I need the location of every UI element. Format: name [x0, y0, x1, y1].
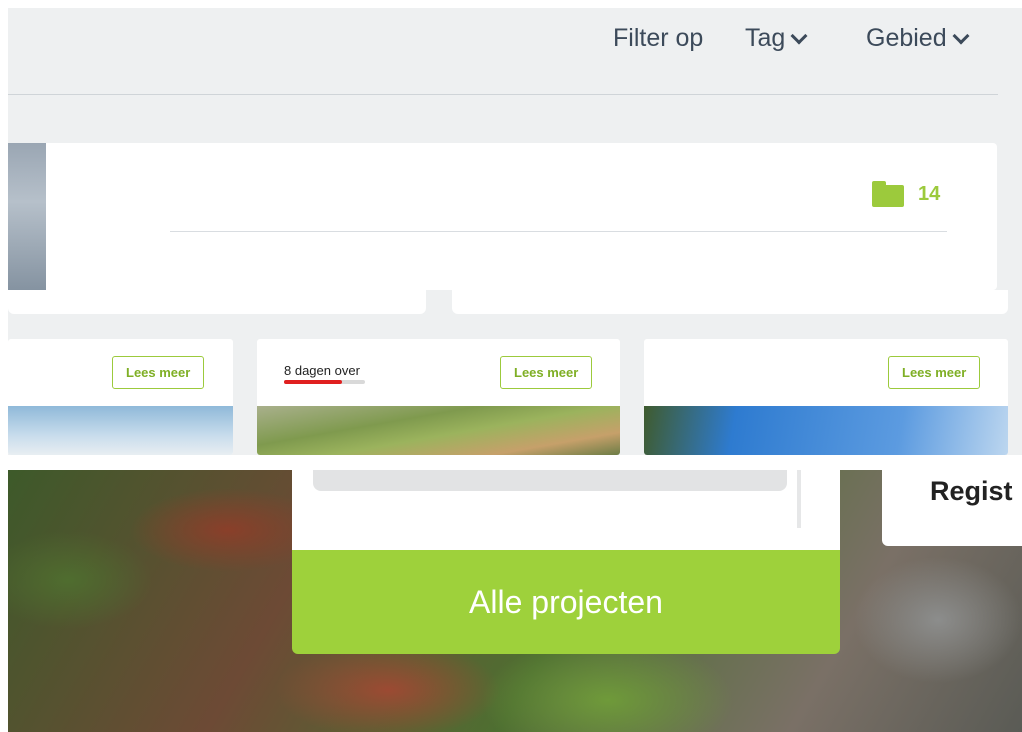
- folder-icon: [872, 181, 904, 207]
- featured-project-card[interactable]: 14: [8, 143, 997, 290]
- chevron-down-icon: [952, 27, 970, 44]
- filter-bar: Filter op Tag Gebied: [8, 8, 998, 95]
- all-projects-button[interactable]: Alle projecten: [292, 550, 840, 654]
- tag-dropdown-label: Tag: [745, 24, 786, 52]
- filter-label: Filter op: [613, 24, 704, 52]
- card-stub: [8, 290, 426, 314]
- featured-project-image: [8, 143, 46, 290]
- filter-section: Filter op Tag Gebied 14: [8, 8, 1022, 290]
- project-list: Lees meer 8 dagen over Lees meer Lees me…: [8, 290, 1022, 455]
- project-image: [8, 406, 233, 455]
- read-more-button[interactable]: Lees meer: [888, 356, 981, 389]
- days-remaining: 8 dagen over: [284, 363, 360, 378]
- area-dropdown[interactable]: Gebied: [866, 24, 970, 53]
- divider: [170, 231, 947, 232]
- search-input[interactable]: [313, 470, 787, 491]
- document-count-value: 14: [918, 182, 941, 205]
- project-card[interactable]: Lees meer: [644, 339, 1008, 455]
- card-stub: [452, 290, 1008, 314]
- search-panel: [292, 470, 840, 550]
- tag-dropdown[interactable]: Tag: [745, 24, 808, 53]
- project-card[interactable]: Lees meer: [8, 339, 233, 455]
- area-dropdown-label: Gebied: [866, 24, 947, 52]
- register-panel[interactable]: Regist: [882, 470, 1022, 546]
- chevron-down-icon: [790, 27, 808, 44]
- read-more-button[interactable]: Lees meer: [112, 356, 205, 389]
- project-image: [257, 406, 620, 455]
- document-count: 14: [872, 181, 940, 207]
- project-image: [644, 406, 1008, 455]
- hero-banner: Alle projecten Regist: [8, 470, 1022, 732]
- scrollbar[interactable]: [797, 470, 801, 528]
- project-card[interactable]: 8 dagen over Lees meer: [257, 339, 620, 455]
- progress-bar: [284, 380, 365, 384]
- progress-fill: [284, 380, 343, 384]
- read-more-button[interactable]: Lees meer: [500, 356, 593, 389]
- register-heading: Regist: [930, 476, 1013, 506]
